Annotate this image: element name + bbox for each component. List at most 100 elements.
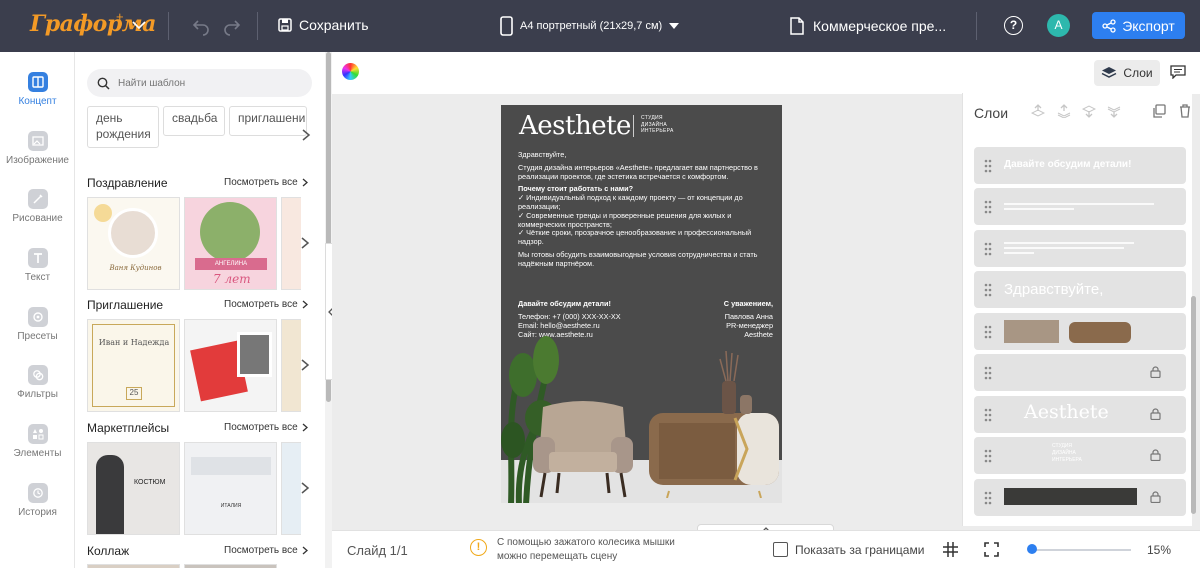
export-button[interactable]: Экспорт — [1092, 12, 1185, 39]
show-outside-checkbox[interactable] — [773, 542, 788, 557]
template-thumbnail[interactable]: Ваня Кудинов — [87, 197, 180, 290]
layer-item[interactable] — [974, 188, 1186, 225]
see-all-link[interactable]: Посмотреть все — [224, 299, 309, 310]
layers-scrollbar[interactable] — [1191, 296, 1196, 514]
fit-screen-icon[interactable] — [984, 542, 999, 557]
chevron-right-icon[interactable] — [298, 358, 312, 372]
drag-handle-icon[interactable] — [984, 449, 992, 463]
show-outside-label[interactable]: Показать за границами — [795, 543, 924, 557]
lock-icon[interactable] — [1150, 366, 1161, 378]
chevron-right-icon[interactable] — [298, 236, 312, 250]
layer-item[interactable] — [974, 313, 1186, 350]
see-all-link[interactable]: Посмотреть все — [224, 177, 309, 188]
color-picker-icon[interactable] — [342, 63, 359, 80]
delete-icon[interactable] — [1178, 104, 1192, 118]
chevron-right-icon[interactable] — [299, 128, 313, 142]
move-up-icon[interactable] — [1031, 104, 1045, 118]
tag-wedding[interactable]: свадьба — [163, 106, 225, 136]
rail-item-label: Рисование — [12, 213, 63, 224]
layer-item[interactable]: Давайте обсудим детали! — [974, 147, 1186, 184]
divider — [633, 115, 634, 137]
rail-item-label: Фильтры — [17, 389, 58, 400]
subtitle-line: интерьера — [641, 128, 674, 134]
layers-toggle-button[interactable]: Слои — [1094, 60, 1160, 86]
rail-item-history[interactable]: История — [0, 483, 75, 518]
help-icon[interactable]: ? — [1004, 16, 1023, 35]
tag-birthday[interactable]: день рождения — [87, 106, 159, 148]
caret-down-icon — [669, 23, 680, 29]
rail-item-text[interactable]: Текст — [0, 248, 75, 283]
duplicate-icon[interactable] — [1152, 104, 1166, 118]
drag-handle-icon[interactable] — [984, 200, 992, 214]
document-title[interactable]: Коммерческое пре... — [790, 14, 946, 38]
tag-invitation[interactable]: приглашени — [229, 106, 307, 136]
rail-item-concept[interactable]: Концепт — [0, 72, 75, 107]
grid-icon[interactable] — [943, 542, 958, 557]
redo-icon[interactable] — [222, 16, 242, 36]
doc-body-text[interactable]: Здравствуйте, Студия дизайна интерьеров … — [518, 150, 768, 273]
move-down-icon[interactable] — [1082, 104, 1096, 118]
template-thumbnail[interactable] — [184, 564, 277, 568]
product-title: КОСТЮМ — [134, 479, 166, 486]
template-thumbnail[interactable]: КОСТЮМ — [87, 442, 180, 535]
layer-item[interactable] — [974, 479, 1186, 516]
see-all-link[interactable]: Посмотреть все — [224, 422, 309, 433]
undo-icon[interactable] — [191, 16, 211, 36]
rail-item-filters[interactable]: Фильтры — [0, 365, 75, 400]
save-button[interactable]: Сохранить — [278, 14, 369, 36]
document-icon — [790, 17, 804, 35]
template-thumbnail[interactable]: Иван и Надежда 25 — [87, 319, 180, 412]
regards: С уважением, — [723, 299, 773, 308]
search-input[interactable] — [118, 77, 298, 89]
chevron-down-icon[interactable] — [130, 16, 148, 34]
document-page[interactable]: Aesthete Студия дизайна интерьера Здравс… — [501, 105, 782, 503]
layer-item[interactable]: Студия дизайна интерьера — [974, 437, 1186, 474]
rail-item-drawing[interactable]: Рисование — [0, 189, 75, 224]
doc-subtitle[interactable]: Студия дизайна интерьера — [641, 115, 674, 135]
document-title-label: Коммерческое пре... — [813, 18, 947, 34]
logo-star-icon: + — [116, 9, 124, 24]
drag-handle-icon[interactable] — [984, 491, 992, 505]
rail-item-elements[interactable]: Элементы — [0, 424, 75, 459]
move-bottom-icon[interactable] — [1107, 104, 1121, 118]
page-format-dropdown[interactable]: А4 портретный (21х29,7 см) — [500, 14, 680, 38]
move-top-icon[interactable] — [1057, 104, 1071, 118]
section-title: Коллаж — [87, 544, 130, 558]
template-thumbnail[interactable]: АНГЕЛИНА 7 лет — [184, 197, 277, 290]
drag-handle-icon[interactable] — [984, 283, 992, 297]
lock-icon[interactable] — [1150, 449, 1161, 461]
drag-handle-icon[interactable] — [984, 242, 992, 256]
drag-handle-icon[interactable] — [984, 159, 992, 173]
lock-icon[interactable] — [1150, 491, 1161, 503]
slide-counter[interactable]: Слайд 1/1 — [347, 543, 408, 558]
chevron-right-icon[interactable] — [298, 481, 312, 495]
zoom-slider-handle[interactable] — [1027, 544, 1037, 554]
rail-item-presets[interactable]: Пресеты — [0, 307, 75, 342]
signer-name: Павлова Анна — [724, 312, 773, 321]
layer-item[interactable]: Aesthete — [974, 396, 1186, 433]
greeting: Здравствуйте, — [518, 150, 567, 159]
see-all-link[interactable]: Посмотреть все — [224, 545, 309, 556]
couple-photo — [237, 332, 272, 377]
lock-icon[interactable] — [1150, 408, 1161, 420]
save-label: Сохранить — [299, 17, 369, 33]
template-thumbnail[interactable]: ИТАЛИЯ — [184, 442, 277, 535]
drag-handle-icon[interactable] — [984, 325, 992, 339]
drag-handle-icon[interactable] — [984, 408, 992, 422]
template-thumbnail[interactable] — [184, 319, 277, 412]
layer-item[interactable] — [974, 354, 1186, 391]
layer-item[interactable]: Здравствуйте, — [974, 271, 1186, 308]
layer-item[interactable] — [974, 230, 1186, 267]
drag-handle-icon[interactable] — [984, 366, 992, 380]
template-thumbnail[interactable] — [87, 564, 180, 568]
rail-item-image[interactable]: Изображение — [0, 131, 75, 166]
comment-icon[interactable] — [1170, 65, 1186, 79]
signature-block[interactable]: С уважением, Павлова Анна PR-менеджер Ae… — [724, 299, 773, 339]
see-all-label: Посмотреть все — [224, 177, 298, 188]
doc-logo[interactable]: Aesthete — [519, 111, 631, 141]
rail-item-label: Изображение — [6, 155, 69, 166]
template-search[interactable] — [87, 69, 312, 97]
phone: Телефон: +7 (000) XXX-XX-XX — [518, 312, 621, 321]
zoom-slider[interactable] — [1031, 549, 1131, 551]
avatar[interactable]: A — [1047, 14, 1070, 37]
